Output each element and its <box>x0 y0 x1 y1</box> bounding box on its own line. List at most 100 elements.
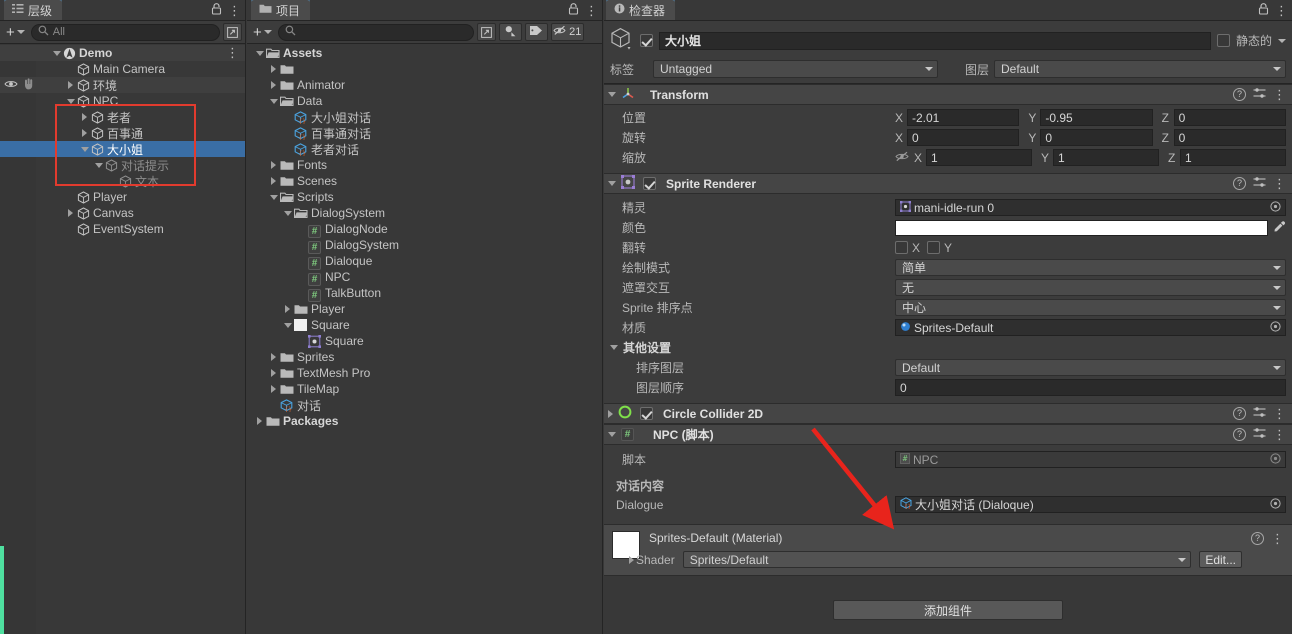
sprite-object-field[interactable]: mani-idle-run 0 <box>895 199 1286 216</box>
twisty[interactable] <box>281 322 294 328</box>
project-item-老者对话[interactable]: {} 老者对话 <box>247 141 602 157</box>
expand-triangle-icon[interactable] <box>257 417 262 425</box>
static-dropdown-chevron-icon[interactable] <box>1278 38 1286 43</box>
order-in-layer-input[interactable]: 0 <box>895 379 1286 396</box>
project-item-Dialoque[interactable]: # Dialoque <box>247 253 602 270</box>
project-item-Assets[interactable]: Assets <box>247 45 602 61</box>
hierarchy-tree[interactable]: Demo ⋮ Main Camera 环境 NPC 老者 百事通 大小姐 对话提示 文本 Playe… <box>0 45 245 634</box>
hierarchy-item-百事通[interactable]: 百事通 <box>0 125 245 141</box>
kebab-menu-icon[interactable]: ⋮ <box>1273 88 1286 101</box>
gameobject-name-input[interactable]: 大小姐 <box>659 31 1211 50</box>
create-asset-button[interactable]: + <box>250 23 275 41</box>
expand-triangle-icon[interactable] <box>629 555 634 564</box>
twisty[interactable] <box>267 65 280 73</box>
twisty[interactable] <box>281 305 294 313</box>
hidden-assets-count[interactable]: 21 <box>550 23 584 41</box>
hierarchy-item-Player[interactable]: Player <box>0 189 245 205</box>
kebab-menu-icon[interactable]: ⋮ <box>1275 4 1288 17</box>
kebab-menu-icon[interactable]: ⋮ <box>1273 407 1286 420</box>
collapse-triangle-icon[interactable] <box>608 181 616 186</box>
tag-dropdown[interactable]: Untagged <box>653 60 938 78</box>
twisty[interactable] <box>267 353 280 361</box>
twisty[interactable] <box>267 98 280 104</box>
eyedropper-icon[interactable] <box>1273 220 1286 236</box>
expand-triangle-icon[interactable] <box>271 177 276 185</box>
collapse-triangle-icon[interactable] <box>80 146 89 152</box>
expand-triangle-icon[interactable] <box>271 385 276 393</box>
expand-triangle-icon[interactable] <box>285 305 290 313</box>
collapse-triangle-icon[interactable] <box>283 210 292 216</box>
kebab-menu-icon[interactable]: ⋮ <box>226 46 239 59</box>
eye-icon[interactable] <box>4 78 18 92</box>
dialogue-object-field[interactable]: {} 大小姐对话 (Dialoque) <box>895 496 1286 513</box>
constrain-proportions-off-icon[interactable] <box>895 151 909 165</box>
expand-triangle-icon[interactable] <box>271 81 276 89</box>
collapse-triangle-icon[interactable] <box>269 194 278 200</box>
expand-triangle-icon[interactable] <box>608 409 613 418</box>
twisty[interactable] <box>64 98 77 104</box>
twisty[interactable] <box>50 50 63 56</box>
collapse-triangle-icon[interactable] <box>610 345 618 350</box>
component-header-circle-collider-2d[interactable]: Circle Collider 2D ? ⋮ <box>604 403 1292 424</box>
material-object-field[interactable]: Sprites-Default <box>895 319 1286 336</box>
twisty[interactable] <box>78 129 91 137</box>
hierarchy-search-expand-button[interactable] <box>223 23 242 41</box>
preset-icon[interactable] <box>1253 427 1266 442</box>
tab-hierarchy[interactable]: 层级 <box>4 0 63 20</box>
preset-icon[interactable] <box>1253 406 1266 421</box>
project-item-Animator[interactable]: Animator <box>247 77 602 93</box>
pick-hand-icon[interactable] <box>22 77 35 93</box>
collapse-triangle-icon[interactable] <box>608 432 616 437</box>
expand-triangle-icon[interactable] <box>271 65 276 73</box>
project-item-Packages[interactable]: Packages <box>247 413 602 429</box>
transform-位置-x-input[interactable]: -2.01 <box>907 109 1020 126</box>
transform-缩放-y-input[interactable]: 1 <box>1053 149 1159 166</box>
expand-triangle-icon[interactable] <box>68 209 73 217</box>
shader-dropdown[interactable]: Sprites/Default <box>682 551 1192 568</box>
project-search-expand-button[interactable] <box>476 23 496 41</box>
layer-dropdown[interactable]: Default <box>994 60 1286 78</box>
component-header-npc-script[interactable]: # NPC (脚本) ? ⋮ <box>604 424 1292 445</box>
sort-point-dropdown[interactable]: 中心 <box>895 299 1286 316</box>
help-icon[interactable]: ? <box>1251 532 1264 545</box>
kebab-menu-icon[interactable]: ⋮ <box>1271 532 1284 545</box>
project-item-百事通对话[interactable]: {} 百事通对话 <box>247 125 602 141</box>
transform-缩放-z-input[interactable]: 1 <box>1180 149 1286 166</box>
kebab-menu-icon[interactable]: ⋮ <box>1273 428 1286 441</box>
collapse-triangle-icon[interactable] <box>66 98 75 104</box>
draw-mode-dropdown[interactable]: 简单 <box>895 259 1286 276</box>
hierarchy-item-Main Camera[interactable]: Main Camera <box>0 61 245 77</box>
circle-collider-enabled-checkbox[interactable] <box>640 407 653 420</box>
add-component-button[interactable]: 添加组件 <box>833 600 1063 620</box>
color-swatch[interactable] <box>895 219 1268 236</box>
project-item-DialogSystem[interactable]: DialogSystem <box>247 205 602 221</box>
filter-by-type-button[interactable] <box>498 23 522 41</box>
twisty[interactable] <box>253 50 266 56</box>
help-icon[interactable]: ? <box>1233 88 1246 101</box>
help-icon[interactable]: ? <box>1233 428 1246 441</box>
lock-icon[interactable] <box>568 3 579 18</box>
project-tree[interactable]: Assets Animator Data {} 大小姐对话 {} 百事通对话 {} 老者对话 Fo… <box>247 45 602 634</box>
transform-缩放-x-input[interactable]: 1 <box>926 149 1032 166</box>
lock-icon[interactable] <box>1258 3 1269 18</box>
twisty[interactable] <box>78 113 91 121</box>
help-icon[interactable]: ? <box>1233 177 1246 190</box>
hierarchy-item-环境[interactable]: 环境 <box>0 77 245 93</box>
collapse-triangle-icon[interactable] <box>608 92 616 97</box>
project-item-Square[interactable]: Square <box>247 317 602 333</box>
expand-triangle-icon[interactable] <box>271 353 276 361</box>
hierarchy-item-EventSystem[interactable]: EventSystem <box>0 221 245 237</box>
sprite-renderer-enabled-checkbox[interactable] <box>643 177 656 190</box>
twisty[interactable] <box>253 417 266 425</box>
flip-x-checkbox[interactable] <box>895 241 908 254</box>
component-header-sprite-renderer[interactable]: Sprite Renderer ? ⋮ <box>604 173 1292 194</box>
hierarchy-item-文本[interactable]: 文本 <box>0 173 245 189</box>
collapse-triangle-icon[interactable] <box>255 50 264 56</box>
hierarchy-item-大小姐[interactable]: 大小姐 <box>0 141 245 157</box>
tab-inspector[interactable]: 检查器 <box>606 0 676 20</box>
preset-icon[interactable] <box>1253 176 1266 191</box>
object-picker-icon[interactable] <box>1270 200 1281 215</box>
project-item-unnamed[interactable] <box>247 61 602 77</box>
twisty[interactable] <box>92 162 105 168</box>
collapse-triangle-icon[interactable] <box>52 50 61 56</box>
